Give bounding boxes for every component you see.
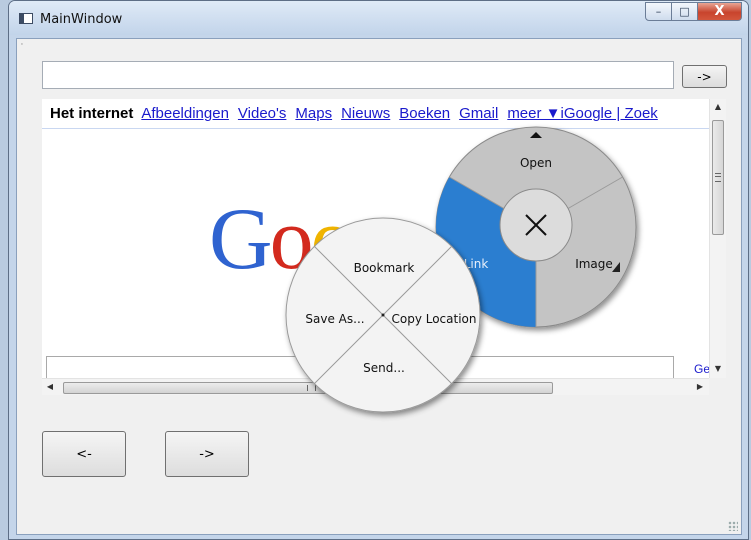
scroll-right-icon[interactable]: ▶ [692,379,708,395]
logo-letter-g: G [209,191,273,288]
hgrip-icon [307,385,316,391]
nav-link-videos[interactable]: Video's [238,105,286,122]
minimize-button[interactable]: – [645,2,672,21]
window-title: MainWindow [40,12,123,27]
secondary-pie-menu: Bookmark Copy Location Send... Save As..… [285,217,481,413]
forward-button[interactable]: -> [165,431,249,477]
primary-item-image[interactable]: Image [575,257,613,271]
scroll-left-icon[interactable]: ◀ [42,379,58,395]
window-icon [19,13,33,24]
scroll-down-icon[interactable]: ▼ [710,361,726,377]
secondary-item-copy-location[interactable]: Copy Location [391,312,476,326]
address-input[interactable] [42,61,674,89]
secondary-item-send[interactable]: Send... [363,361,405,375]
secondary-item-save-as[interactable]: Save As... [305,312,364,326]
nav-link-news[interactable]: Nieuws [341,105,390,122]
go-button[interactable]: -> [682,65,727,88]
nav-link-gmail[interactable]: Gmail [459,105,498,122]
primary-item-open[interactable]: Open [520,156,552,170]
nav-divider [42,128,709,129]
nav-link-more[interactable]: meer ▼ [507,105,560,122]
strip-marker-icon: ' [21,42,23,50]
resize-grip-icon[interactable] [728,521,738,531]
nav-link-books[interactable]: Boeken [399,105,450,122]
caption-buttons: – □ X [645,2,742,22]
minimize-icon: – [655,5,662,18]
secondary-item-bookmark[interactable]: Bookmark [354,261,415,275]
advanced-search-link[interactable]: Ge [694,362,710,376]
maximize-button[interactable]: □ [672,2,698,21]
title-bar[interactable]: MainWindow – □ X [9,1,748,35]
nav-link-images[interactable]: Afbeeldingen [141,105,229,122]
scroll-corner [709,378,726,395]
nav-link-maps[interactable]: Maps [295,105,332,122]
back-button[interactable]: <- [42,431,126,477]
google-nav-bar: Het internet Afbeeldingen Video's Maps Nieuw… [50,105,667,122]
scroll-up-icon[interactable]: ▲ [710,99,726,115]
close-window-icon: X [714,4,725,19]
secondary-center-dot [381,313,385,317]
nav-current: Het internet [50,105,134,122]
grip-icon [715,173,721,182]
vertical-scrollbar[interactable]: ▲ ▼ [709,99,726,378]
nav-link-igoogle[interactable]: iGoogle | Zoek [561,105,658,122]
close-button[interactable]: X [698,2,742,21]
horizontal-scroll-thumb[interactable] [63,382,553,394]
vertical-scroll-thumb[interactable] [712,120,724,235]
top-strip: ' [17,39,741,50]
maximize-icon: □ [679,5,690,18]
